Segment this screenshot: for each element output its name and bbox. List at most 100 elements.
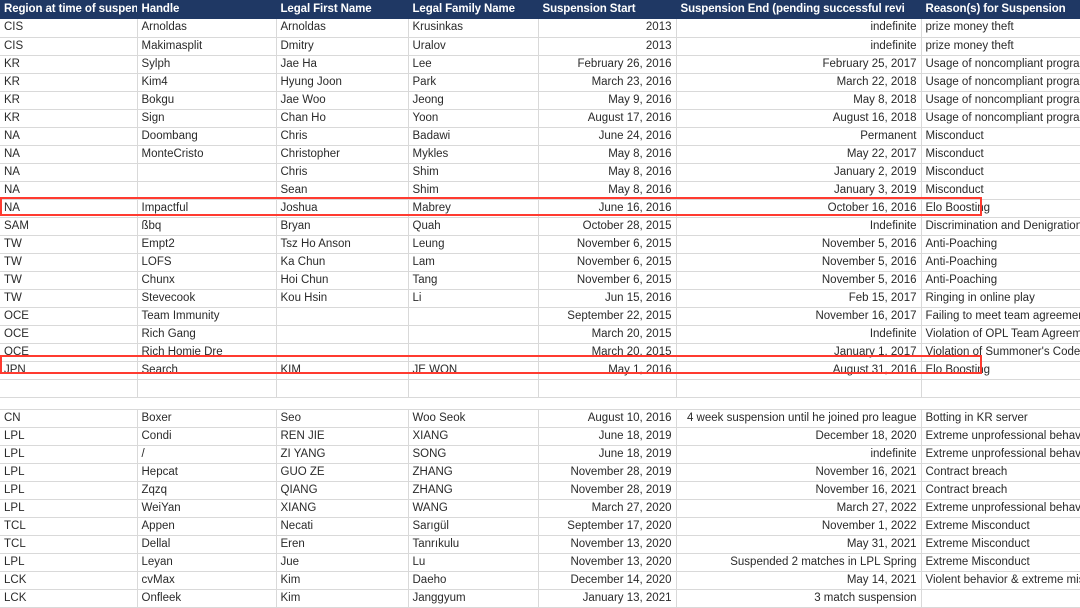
cell-handle[interactable]: Team Immunity <box>137 307 277 326</box>
cell-end[interactable]: March 22, 2018 <box>676 73 922 92</box>
table-row[interactable]: LPL Condi REN JIE XIANG June 18, 2019 Decembe… <box>0 427 1080 446</box>
table-row[interactable]: CIS Makimasplit Dmitry Uralov 2013 indefinite… <box>0 37 1080 56</box>
cell-handle[interactable]: Condi <box>137 427 277 446</box>
cell-start[interactable]: June 18, 2019 <box>538 445 677 464</box>
cell-first[interactable]: QIANG <box>276 481 409 500</box>
cell-start[interactable]: August 10, 2016 <box>538 409 677 428</box>
cell-handle[interactable]: Boxer <box>137 409 277 428</box>
cell-region[interactable] <box>0 379 138 398</box>
cell-region[interactable]: LCK <box>0 571 138 590</box>
cell-reason[interactable]: Extreme Misconduct <box>921 517 1080 536</box>
cell-start[interactable]: February 26, 2016 <box>538 55 677 74</box>
cell-region[interactable]: NA <box>0 199 138 218</box>
cell-reason[interactable] <box>921 379 1080 398</box>
column-header-region[interactable]: Region at time of suspensi <box>0 0 138 19</box>
cell-start[interactable]: June 18, 2019 <box>538 427 677 446</box>
cell-handle[interactable] <box>137 163 277 182</box>
cell-first[interactable]: Bryan <box>276 217 409 236</box>
cell-family[interactable]: WANG <box>408 499 539 518</box>
cell-reason[interactable]: prize money theft <box>921 19 1080 38</box>
cell-first[interactable]: Dmitry <box>276 37 409 56</box>
cell-start[interactable]: March 27, 2020 <box>538 499 677 518</box>
cell-family[interactable]: Tanrıkulu <box>408 535 539 554</box>
cell-family[interactable]: Quah <box>408 217 539 236</box>
cell-end[interactable]: 3 match suspension <box>676 589 922 608</box>
cell-family[interactable] <box>408 343 539 362</box>
cell-start[interactable]: 2013 <box>538 37 677 56</box>
cell-start[interactable]: May 8, 2016 <box>538 145 677 164</box>
cell-end[interactable]: May 22, 2017 <box>676 145 922 164</box>
cell-region[interactable]: LPL <box>0 463 138 482</box>
cell-end[interactable]: May 8, 2018 <box>676 91 922 110</box>
table-row[interactable]: LPL Hepcat GUO ZE ZHANG November 28, 2019 Nov… <box>0 463 1080 482</box>
cell-region[interactable]: NA <box>0 181 138 200</box>
table-row[interactable]: OCE Team Immunity September 22, 2015 Novemb… <box>0 307 1080 326</box>
cell-first[interactable]: Christopher <box>276 145 409 164</box>
column-header-reason[interactable]: Reason(s) for Suspension <box>921 0 1080 19</box>
cell-end[interactable]: March 27, 2022 <box>676 499 922 518</box>
cell-start[interactable]: September 17, 2020 <box>538 517 677 536</box>
cell-family[interactable]: Shim <box>408 163 539 182</box>
cell-first[interactable]: XIANG <box>276 499 409 518</box>
cell-first[interactable] <box>276 307 409 326</box>
cell-first[interactable] <box>276 343 409 362</box>
cell-end[interactable]: November 5, 2016 <box>676 253 922 272</box>
cell-family[interactable]: Mabrey <box>408 199 539 218</box>
cell-end[interactable]: November 5, 2016 <box>676 271 922 290</box>
table-row[interactable]: NA Impactful Joshua Mabrey June 16, 2016 Octo… <box>0 199 1080 218</box>
cell-end[interactable]: Feb 15, 2017 <box>676 289 922 308</box>
cell-handle[interactable]: WeiYan <box>137 499 277 518</box>
cell-handle[interactable]: Leyan <box>137 553 277 572</box>
column-header-suspension-end[interactable]: Suspension End (pending successful revi <box>676 0 922 19</box>
table-row[interactable]: NA Chris Shim May 8, 2016 January 2, 2019 Mis… <box>0 163 1080 182</box>
cell-region[interactable]: TCL <box>0 517 138 536</box>
cell-region[interactable]: KR <box>0 55 138 74</box>
cell-start[interactable]: November 13, 2020 <box>538 535 677 554</box>
cell-reason[interactable]: Misconduct <box>921 163 1080 182</box>
cell-end[interactable]: January 2, 2019 <box>676 163 922 182</box>
cell-region[interactable]: LPL <box>0 445 138 464</box>
cell-handle[interactable]: Search <box>137 361 277 380</box>
cell-start[interactable]: January 13, 2021 <box>538 589 677 608</box>
cell-end[interactable]: indefinite <box>676 19 922 38</box>
cell-handle[interactable]: ßbq <box>137 217 277 236</box>
table-row[interactable]: LPL / ZI YANG SONG June 18, 2019 indefinite Ex… <box>0 445 1080 464</box>
table-row[interactable]: TCL Appen Necati Sarıgül September 17, 2020 N… <box>0 517 1080 536</box>
cell-family[interactable]: Lu <box>408 553 539 572</box>
table-row[interactable]: KR Bokgu Jae Woo Jeong May 9, 2016 May 8, 201… <box>0 91 1080 110</box>
cell-end[interactable]: 4 week suspension until he joined pro le… <box>676 409 922 428</box>
cell-start[interactable]: Jun 15, 2016 <box>538 289 677 308</box>
cell-end[interactable]: Permanent <box>676 127 922 146</box>
table-blank-row[interactable] <box>0 379 1080 398</box>
cell-region[interactable]: LPL <box>0 553 138 572</box>
cell-reason[interactable]: Extreme unprofessional behaviors <box>921 427 1080 446</box>
cell-region[interactable]: NA <box>0 163 138 182</box>
cell-reason[interactable]: Violent behavior & extreme misconduct <box>921 571 1080 590</box>
cell-handle[interactable]: Arnoldas <box>137 19 277 38</box>
cell-first[interactable]: Kou Hsin <box>276 289 409 308</box>
cell-start[interactable]: June 16, 2016 <box>538 199 677 218</box>
cell-family[interactable]: Woo Seok <box>408 409 539 428</box>
cell-reason[interactable]: prize money theft <box>921 37 1080 56</box>
cell-family[interactable]: Jeong <box>408 91 539 110</box>
cell-family[interactable]: Krusinkas <box>408 19 539 38</box>
cell-reason[interactable]: Discrimination and Denigration <box>921 217 1080 236</box>
cell-start[interactable]: May 1, 2016 <box>538 361 677 380</box>
cell-family[interactable] <box>408 307 539 326</box>
cell-handle[interactable]: Chunx <box>137 271 277 290</box>
cell-start[interactable]: May 8, 2016 <box>538 163 677 182</box>
table-gap-row[interactable] <box>0 397 1080 410</box>
table-row[interactable]: NA Sean Shim May 8, 2016 January 3, 2019 Misc… <box>0 181 1080 200</box>
cell-family[interactable]: Shim <box>408 181 539 200</box>
cell-family[interactable]: Lee <box>408 55 539 74</box>
cell-start[interactable]: September 22, 2015 <box>538 307 677 326</box>
cell-first[interactable]: GUO ZE <box>276 463 409 482</box>
cell-end[interactable] <box>676 379 922 398</box>
cell-handle[interactable]: Appen <box>137 517 277 536</box>
cell-region[interactable]: CN <box>0 409 138 428</box>
cell-region[interactable]: TW <box>0 235 138 254</box>
cell-handle[interactable]: Dellal <box>137 535 277 554</box>
cell-first[interactable]: Ka Chun <box>276 253 409 272</box>
cell-start[interactable]: June 24, 2016 <box>538 127 677 146</box>
cell-reason[interactable]: Contract breach <box>921 481 1080 500</box>
